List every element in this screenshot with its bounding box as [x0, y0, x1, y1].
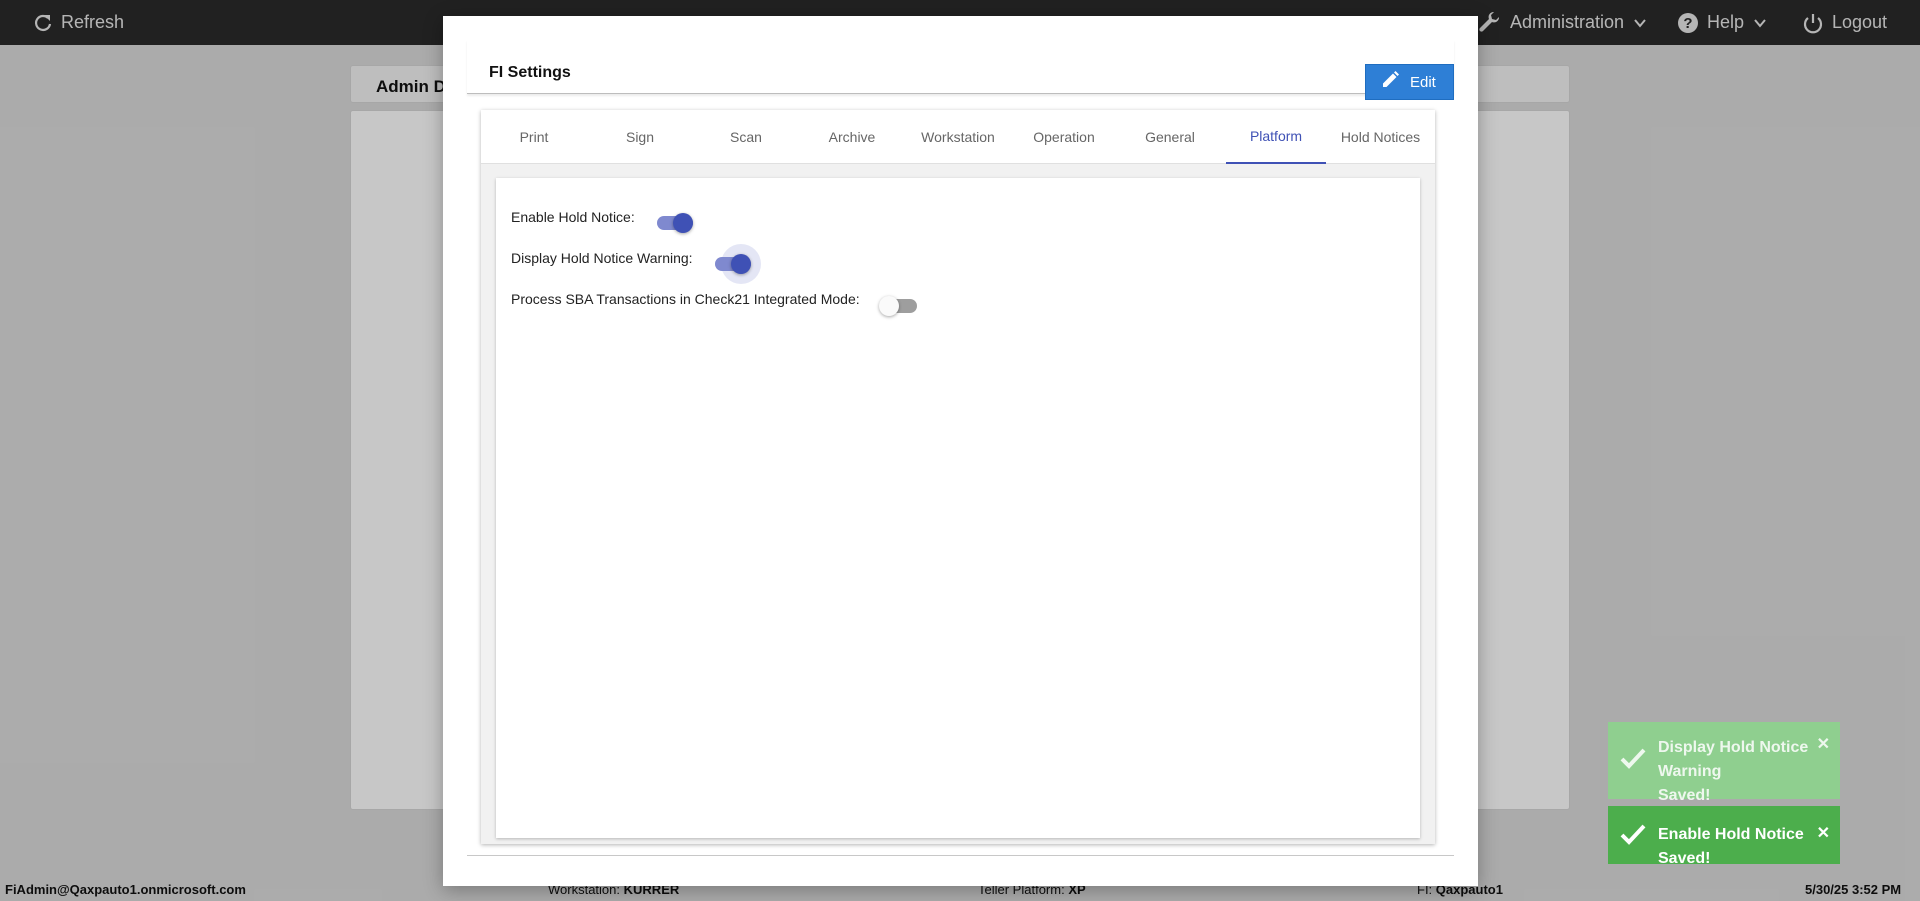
- toggle-thumb: [731, 254, 751, 274]
- toast-message: Display Hold Notice Warning Saved!: [1658, 736, 1840, 808]
- tab-archive[interactable]: Archive: [799, 110, 905, 164]
- setting-label: Process SBA Transactions in Check21 Inte…: [511, 291, 860, 307]
- toast-message: Enable Hold Notice Saved!: [1658, 826, 1804, 867]
- toast-message-line2: Saved!: [1658, 787, 1711, 804]
- tab-workstation[interactable]: Workstation: [905, 110, 1011, 164]
- settings-panel: Print Sign Scan Archive Workstation Oper…: [467, 94, 1454, 856]
- display-hold-notice-warning-toggle[interactable]: [715, 244, 761, 284]
- toggle-thumb: [673, 213, 693, 233]
- fi-settings-modal: FI Settings Edit Print Sign Scan Archive…: [443, 16, 1478, 886]
- checkmark-icon: [1620, 747, 1646, 774]
- checkmark-icon: [1620, 823, 1646, 850]
- enable-hold-notice-toggle[interactable]: [657, 213, 693, 233]
- modal-title: FI Settings: [489, 64, 571, 81]
- setting-label: Enable Hold Notice:: [511, 209, 635, 225]
- tab-general[interactable]: General: [1117, 110, 1223, 164]
- settings-tabs-card: Print Sign Scan Archive Workstation Oper…: [481, 110, 1435, 844]
- pencil-icon: [1380, 70, 1400, 94]
- tab-sign[interactable]: Sign: [587, 110, 693, 164]
- tab-scan[interactable]: Scan: [693, 110, 799, 164]
- setting-row-display-hold-notice-warning: Display Hold Notice Warning:: [511, 250, 693, 266]
- toggle-thumb: [879, 296, 899, 316]
- tab-platform[interactable]: Platform: [1226, 110, 1326, 164]
- settings-tab-bar: Print Sign Scan Archive Workstation Oper…: [481, 110, 1435, 164]
- platform-settings-content: Enable Hold Notice: Display Hold Notice …: [496, 178, 1420, 838]
- toast-message-line1: Display Hold Notice Warning: [1658, 739, 1809, 780]
- modal-header: FI Settings Edit: [467, 40, 1454, 100]
- setting-label: Display Hold Notice Warning:: [511, 250, 693, 266]
- tab-print[interactable]: Print: [481, 110, 587, 164]
- setting-row-process-sba-transactions: Process SBA Transactions in Check21 Inte…: [511, 291, 860, 307]
- close-icon[interactable]: ✕: [1817, 823, 1830, 843]
- edit-label: Edit: [1410, 73, 1436, 91]
- toast-display-hold-notice-warning: Display Hold Notice Warning Saved! ✕: [1608, 722, 1840, 804]
- tab-operation[interactable]: Operation: [1011, 110, 1117, 164]
- close-icon[interactable]: ✕: [1817, 734, 1830, 754]
- setting-row-enable-hold-notice: Enable Hold Notice:: [511, 209, 635, 225]
- tab-hold-notices[interactable]: Hold Notices: [1326, 110, 1435, 164]
- toast-enable-hold-notice: Enable Hold Notice Saved! ✕: [1608, 806, 1840, 867]
- process-sba-transactions-toggle[interactable]: [879, 296, 917, 316]
